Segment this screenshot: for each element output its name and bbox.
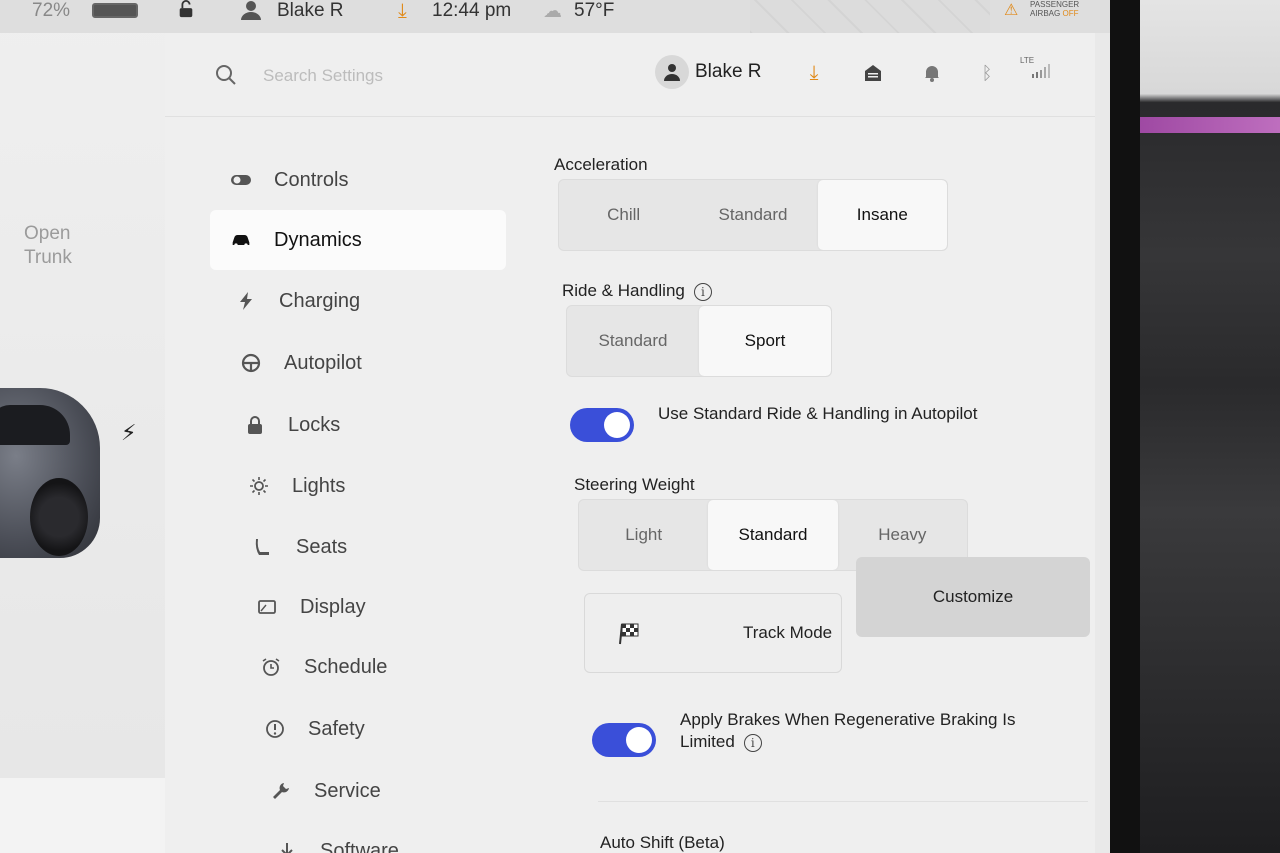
nav-item-dynamics[interactable]: Dynamics [210, 210, 506, 270]
steering-weight-option-light[interactable]: Light [579, 500, 708, 570]
header-user-name[interactable]: Blake R [695, 61, 762, 83]
unlock-icon[interactable] [176, 0, 196, 18]
download-icon[interactable]: ⤓ [398, 0, 407, 23]
row-divider [598, 801, 1088, 802]
bluetooth-icon[interactable]: ᛒ [976, 62, 998, 84]
search-settings-input[interactable] [263, 63, 563, 89]
nav-item-autopilot[interactable]: Autopilot [220, 333, 516, 393]
nav-item-schedule[interactable]: Schedule [240, 637, 536, 697]
apply-brakes-toggle[interactable] [592, 723, 656, 757]
ride-handling-label: Ride & Handling [562, 281, 685, 300]
nav-item-seats[interactable]: Seats [232, 517, 528, 577]
airbag-state: OFF [1062, 9, 1079, 18]
ride-handling-segmented-control: Standard Sport [566, 305, 832, 377]
display-icon [250, 595, 284, 619]
settings-header: Blake R ⤓ ᛒ LTE [165, 33, 1095, 117]
apply-brakes-label-text: Apply Brakes When Regenerative Braking I… [680, 710, 1016, 751]
charge-port-bolt-icon[interactable]: ⚡︎ [121, 420, 136, 446]
steering-weight-label: Steering Weight [574, 475, 695, 494]
nav-item-safety[interactable]: Safety [244, 699, 540, 759]
alert-circle-icon [258, 717, 292, 741]
nav-item-charging[interactable]: Charging [215, 271, 511, 331]
nav-item-label: Service [314, 779, 381, 802]
nav-item-label: Locks [288, 413, 341, 436]
standard-ride-autopilot-toggle[interactable] [570, 408, 634, 442]
passenger-airbag-status: PASSENGER AIRBAG OFF [1030, 0, 1110, 22]
acceleration-segmented-control: Chill Standard Insane [558, 179, 948, 251]
car-pane: Open Trunk ⚡︎ [0, 0, 165, 853]
lte-signal-icon: LTE [1020, 56, 1054, 84]
checkered-flag-icon [619, 623, 639, 645]
profile-icon[interactable] [240, 0, 262, 20]
airbag-label-line2: AIRBAG [1030, 9, 1061, 18]
toggle-icon [224, 168, 258, 192]
airbag-label-line1: PASSENGER [1030, 0, 1080, 9]
avatar[interactable] [655, 55, 689, 89]
status-user-name[interactable]: Blake R [277, 0, 344, 22]
acceleration-option-standard[interactable]: Standard [688, 180, 817, 250]
nav-item-label: Controls [274, 168, 349, 191]
ride-handling-option-standard[interactable]: Standard [567, 306, 699, 376]
search-icon [216, 65, 236, 85]
nav-item-lights[interactable]: Lights [228, 456, 524, 516]
bell-icon[interactable] [921, 62, 943, 84]
nav-item-label: Display [300, 595, 366, 618]
open-trunk-button[interactable]: Open Trunk [24, 222, 104, 270]
nav-item-label: Software [320, 839, 399, 853]
nav-item-controls[interactable]: Controls [210, 150, 506, 210]
homelink-garage-icon[interactable] [862, 62, 884, 84]
auto-shift-label: Auto Shift (Beta) [600, 833, 725, 852]
nav-item-service[interactable]: Service [250, 761, 546, 821]
info-icon[interactable]: i [743, 733, 762, 752]
ambient-light-strip [1130, 117, 1280, 133]
track-mode-label: Track Mode [743, 623, 833, 642]
nav-item-software[interactable]: Software [256, 821, 552, 853]
settings-panel: Blake R ⤓ ᛒ LTE [165, 33, 1095, 853]
status-bar: 72% Blake R ⤓ 12:44 pm ☁︎ 57°F ⚠︎ PASSEN… [0, 0, 1110, 33]
download-icon [270, 839, 304, 853]
steering-wheel-icon [234, 351, 268, 375]
nav-item-locks[interactable]: Locks [224, 395, 520, 455]
nav-item-display[interactable]: Display [236, 577, 532, 637]
outside-temperature: 57°F [574, 0, 615, 21]
nav-item-label: Charging [279, 289, 361, 312]
software-update-download-icon[interactable]: ⤓ [803, 62, 825, 84]
car-icon [224, 228, 258, 252]
nav-item-label: Seats [296, 535, 348, 558]
steering-weight-option-standard[interactable]: Standard [708, 500, 838, 570]
seat-icon [246, 535, 280, 559]
alarm-clock-icon [254, 655, 288, 679]
info-icon[interactable]: i [693, 282, 712, 301]
nav-item-label: Lights [292, 474, 346, 497]
nav-item-label: Dynamics [274, 228, 362, 251]
nav-item-label: Schedule [304, 655, 388, 678]
lock-icon [238, 413, 272, 437]
nav-item-label: Safety [308, 717, 365, 740]
nav-item-label: Autopilot [284, 351, 362, 374]
acceleration-option-chill[interactable]: Chill [559, 180, 688, 250]
ride-handling-heading: Ride & Handling i [562, 281, 712, 301]
car-wheel [30, 478, 88, 556]
ride-handling-option-sport[interactable]: Sport [699, 306, 831, 376]
battery-percent: 72% [32, 0, 71, 21]
apply-brakes-label: Apply Brakes When Regenerative Braking I… [680, 709, 1020, 753]
airbag-icon: ⚠︎ [1004, 2, 1019, 19]
touchscreen: Open Trunk ⚡︎ 72% Blake R ⤓ 12:44 pm ☁︎ … [0, 0, 1110, 853]
acceleration-label: Acceleration [554, 155, 648, 174]
track-mode-button[interactable]: Track Mode [584, 593, 842, 673]
battery-icon [92, 3, 138, 18]
wrench-icon [264, 779, 298, 803]
sun-icon [242, 474, 276, 498]
acceleration-option-insane[interactable]: Insane [817, 180, 947, 250]
clock: 12:44 pm [432, 0, 512, 21]
bolt-icon [229, 289, 263, 313]
weather-cloud-icon: ☁︎ [543, 1, 562, 22]
track-mode-customize-button[interactable]: Customize [856, 557, 1090, 637]
profile-icon [664, 64, 680, 81]
standard-ride-autopilot-label: Use Standard Ride & Handling in Autopilo… [658, 404, 978, 423]
map-preview[interactable] [750, 0, 990, 33]
